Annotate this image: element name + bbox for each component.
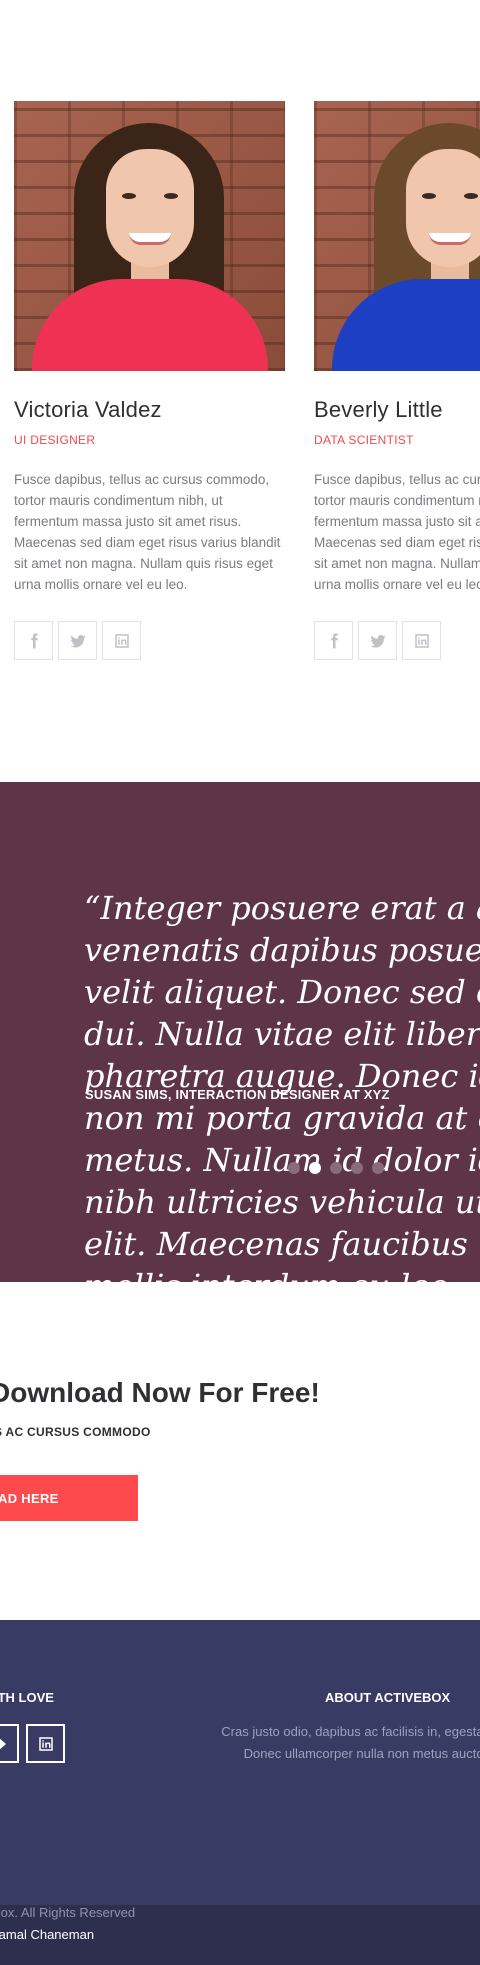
- download-button[interactable]: AD HERE: [0, 1475, 138, 1521]
- slider-dot[interactable]: [330, 1162, 342, 1174]
- linkedin-icon[interactable]: [402, 621, 441, 660]
- member-role: DATA SCIENTIST: [314, 433, 414, 447]
- author-link[interactable]: Kamal Chaneman: [0, 1927, 94, 1942]
- slider-dot[interactable]: [372, 1162, 384, 1174]
- team-member-card: Beverly Little DATA SCIENTIST Fusce dapi…: [314, 101, 480, 660]
- linkedin-icon[interactable]: [102, 621, 141, 660]
- linkedin-icon[interactable]: [26, 1724, 65, 1763]
- facebook-icon[interactable]: [14, 621, 53, 660]
- member-bio: Fusce dapibus, tellus ac cursus commodo,…: [14, 472, 281, 592]
- member-socials: [314, 621, 480, 660]
- download-title: Download Now For Free!: [0, 1377, 320, 1408]
- team-member-card: Victoria Valdez UI DESIGNER Fusce dapibu…: [14, 101, 285, 660]
- slider-dot-active[interactable]: [309, 1162, 321, 1174]
- twitter-icon[interactable]: [58, 621, 97, 660]
- slider-dots: [288, 1162, 384, 1174]
- slider-dot[interactable]: [288, 1162, 300, 1174]
- member-role: UI DESIGNER: [14, 433, 96, 447]
- slider-dot[interactable]: [351, 1162, 363, 1174]
- download-subtitle: S AC CURSUS COMMODO: [0, 1425, 151, 1439]
- member-name: Beverly Little: [314, 397, 443, 422]
- testimonial-quote: “Integer posuere erat a ante venenatis d…: [84, 889, 480, 1282]
- footer-love-heading: ITH LOVE: [0, 1690, 54, 1705]
- member-photo: [314, 101, 480, 371]
- testimonial-section: “Integer posuere erat a ante venenatis d…: [0, 782, 480, 1282]
- team-section: Victoria Valdez UI DESIGNER Fusce dapibu…: [0, 0, 480, 782]
- member-photo: [14, 101, 285, 371]
- footer-bottom-bar: Box. All Rights Reserved Kamal Chaneman: [0, 1905, 480, 1965]
- footer-social-icon[interactable]: [0, 1724, 19, 1763]
- copyright-text: Box. All Rights Reserved: [0, 1905, 136, 1920]
- footer: ITH LOVE ABOUT ACTIVEBOX Cras justo odio…: [0, 1620, 480, 1905]
- footer-about-text: Cras justo odio, dapibus ac facilisis in…: [221, 1724, 480, 1761]
- member-bio: Fusce dapibus, tellus ac cursus commodo,…: [314, 472, 480, 592]
- member-name: Victoria Valdez: [14, 397, 162, 422]
- testimonial-author: SUSAN SIMS, INTERACTION DESIGNER AT XYZ: [85, 1087, 390, 1102]
- twitter-icon[interactable]: [358, 621, 397, 660]
- download-section: Download Now For Free! S AC CURSUS COMMO…: [0, 1282, 480, 1620]
- member-socials: [14, 621, 285, 660]
- footer-about-heading: ABOUT ACTIVEBOX: [325, 1690, 451, 1705]
- facebook-icon[interactable]: [314, 621, 353, 660]
